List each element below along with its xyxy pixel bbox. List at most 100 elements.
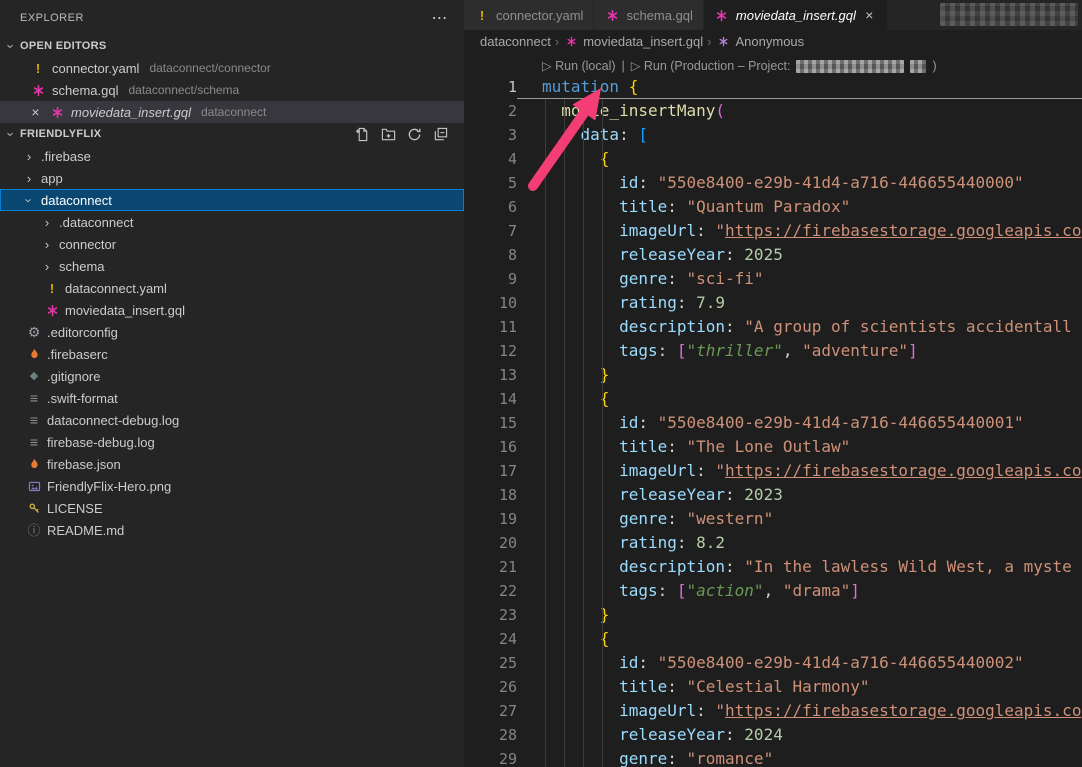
code-line-23[interactable]: 23 } [464, 603, 1082, 627]
code-line-17[interactable]: 17 imageUrl: "https://firebasestorage.go… [464, 459, 1082, 483]
code-line-25[interactable]: 25 id: "550e8400-e29b-41d4-a716-44665544… [464, 651, 1082, 675]
code-line-29[interactable]: 29 genre: "romance" [464, 747, 1082, 767]
code-line-21[interactable]: 21 description: "In the lawless Wild Wes… [464, 555, 1082, 579]
tree-item-license[interactable]: LICENSE [0, 497, 464, 519]
code-text: imageUrl: "https://firebasestorage.googl… [517, 459, 1082, 483]
code-line-18[interactable]: 18 releaseYear: 2023 [464, 483, 1082, 507]
tree-item-moviedata-insert-gql[interactable]: moviedata_insert.gql [0, 299, 464, 321]
breadcrumb-item-moviedata-insert-gql[interactable]: moviedata_insert.gql [563, 33, 703, 49]
code-line-26[interactable]: 26 title: "Celestial Harmony" [464, 675, 1082, 699]
code-line-6[interactable]: 6 title: "Quantum Paradox" [464, 195, 1082, 219]
tree-item-app[interactable]: ›app [0, 167, 464, 189]
code-line-20[interactable]: 20 rating: 8.2 [464, 531, 1082, 555]
tree-item-editorconfig[interactable]: ⚙.editorconfig [0, 321, 464, 343]
tree-item-schema[interactable]: ›schema [0, 255, 464, 277]
open-editor-description: dataconnect [201, 105, 266, 119]
tab-bar: !connector.yamlschema.gqlmoviedata_inser… [464, 0, 1082, 30]
tree-item-label: dataconnect [41, 193, 112, 208]
code-line-15[interactable]: 15 id: "550e8400-e29b-41d4-a716-44665544… [464, 411, 1082, 435]
line-number: 2 [464, 99, 517, 123]
close-icon[interactable]: × [862, 7, 877, 23]
line-number: 20 [464, 531, 517, 555]
refresh-icon[interactable] [406, 126, 422, 142]
breadcrumb-separator: › [707, 34, 711, 49]
tab-moviedata-insert-gql[interactable]: moviedata_insert.gql× [704, 0, 888, 30]
open-editor-moviedata-insert-gql[interactable]: × moviedata_insert.gql dataconnect [0, 101, 464, 123]
open-editor-description: dataconnect/schema [128, 83, 239, 97]
code-line-16[interactable]: 16 title: "The Lone Outlaw" [464, 435, 1082, 459]
open-editor-schema-gql[interactable]: schema.gqldataconnect/schema [0, 79, 464, 101]
code-line-11[interactable]: 11 description: "A group of scientists a… [464, 315, 1082, 339]
code-line-4[interactable]: 4 { [464, 147, 1082, 171]
code-line-7[interactable]: 7 imageUrl: "https://firebasestorage.goo… [464, 219, 1082, 243]
workspace-header[interactable]: › FRIENDLYFLIX [0, 123, 464, 145]
code-line-28[interactable]: 28 releaseYear: 2024 [464, 723, 1082, 747]
symbol-icon [716, 33, 732, 49]
explorer-header: EXPLORER ⋯ [0, 0, 464, 35]
run-local-button[interactable]: ▷ Run (local) [542, 58, 616, 73]
tree-item-label: firebase.json [47, 457, 121, 472]
code-line-9[interactable]: 9 genre: "sci-fi" [464, 267, 1082, 291]
tab-schema-gql[interactable]: schema.gql [594, 0, 703, 30]
code-line-8[interactable]: 8 releaseYear: 2025 [464, 243, 1082, 267]
code-line-13[interactable]: 13 } [464, 363, 1082, 387]
code-line-14[interactable]: 14 { [464, 387, 1082, 411]
code-text: releaseYear: 2023 [517, 483, 1082, 507]
tree-item-label: connector [59, 237, 116, 252]
tree-item-friendlyflix-hero-png[interactable]: FriendlyFlix-Hero.png [0, 475, 464, 497]
tree-item-firebase-debug-log[interactable]: ≡firebase-debug.log [0, 431, 464, 453]
more-actions-icon[interactable]: ⋯ [432, 8, 449, 28]
breadcrumb: dataconnect › moviedata_insert.gql › Anonymo… [464, 30, 1082, 52]
open-editors-header[interactable]: › OPEN EDITORS [0, 35, 464, 57]
code-line-27[interactable]: 27 imageUrl: "https://firebasestorage.go… [464, 699, 1082, 723]
new-file-icon[interactable] [354, 126, 370, 142]
tree-item-swift-format[interactable]: ≡.swift-format [0, 387, 464, 409]
code-text: genre: "western" [517, 507, 1082, 531]
line-number: 17 [464, 459, 517, 483]
new-folder-icon[interactable] [380, 126, 396, 142]
tree-item-firebase[interactable]: ›.firebase [0, 145, 464, 167]
tree-item-dataconnect-debug-log[interactable]: ≡dataconnect-debug.log [0, 409, 464, 431]
run-production-button[interactable]: ▷ Run (Production – Project: [631, 58, 791, 73]
code-text: title: "The Lone Outlaw" [517, 435, 1082, 459]
tree-item-readme-md[interactable]: ⓘREADME.md [0, 519, 464, 541]
file-lines-icon: ≡ [26, 412, 42, 428]
tree-item-firebaserc[interactable]: .firebaserc [0, 343, 464, 365]
tree-item-firebase-json[interactable]: firebase.json [0, 453, 464, 475]
line-number: 26 [464, 675, 517, 699]
close-icon[interactable]: × [28, 104, 43, 120]
code-line-10[interactable]: 10 rating: 7.9 [464, 291, 1082, 315]
line-number: 19 [464, 507, 517, 531]
chevron-right-icon: › [40, 238, 54, 251]
line-number: 23 [464, 603, 517, 627]
breadcrumb-separator: › [555, 34, 559, 49]
line-number: 3 [464, 123, 517, 147]
tree-item-label: FriendlyFlix-Hero.png [47, 479, 171, 494]
collapse-all-icon[interactable] [432, 126, 448, 142]
tree-item-dataconnect[interactable]: ›.dataconnect [0, 211, 464, 233]
tree-item-dataconnect-yaml[interactable]: !dataconnect.yaml [0, 277, 464, 299]
tab-connector-yaml[interactable]: !connector.yaml [464, 0, 594, 30]
code-line-19[interactable]: 19 genre: "western" [464, 507, 1082, 531]
open-editor-connector-yaml[interactable]: !connector.yamldataconnect/connector [0, 57, 464, 79]
code-line-5[interactable]: 5 id: "550e8400-e29b-41d4-a716-446655440… [464, 171, 1082, 195]
tree-item-label: dataconnect.yaml [65, 281, 167, 296]
code-lines: 1mutation {2 movie_insertMany(3 data: [4… [464, 75, 1082, 767]
code-text: genre: "romance" [517, 747, 1082, 767]
code-line-2[interactable]: 2 movie_insertMany( [464, 99, 1082, 123]
code-line-12[interactable]: 12 tags: ["thriller", "adventure"] [464, 339, 1082, 363]
tree-item-gitignore[interactable]: ◆.gitignore [0, 365, 464, 387]
code-editor[interactable]: ▷ Run (local) | ▷ Run (Production – Proj… [464, 52, 1082, 767]
code-line-1[interactable]: 1mutation { [464, 75, 1082, 99]
line-number: 15 [464, 411, 517, 435]
tree-item-connector[interactable]: › connector [0, 233, 464, 255]
breadcrumb-item-dataconnect[interactable]: dataconnect [480, 34, 551, 49]
graphql-icon [563, 33, 579, 49]
open-editor-label: moviedata_insert.gql [71, 105, 191, 120]
workspace-actions [354, 126, 464, 142]
breadcrumb-item-anonymous[interactable]: Anonymous [716, 33, 805, 49]
tree-item-dataconnect[interactable]: ›dataconnect [0, 189, 464, 211]
code-line-22[interactable]: 22 tags: ["action", "drama"] [464, 579, 1082, 603]
code-line-24[interactable]: 24 { [464, 627, 1082, 651]
code-line-3[interactable]: 3 data: [ [464, 123, 1082, 147]
